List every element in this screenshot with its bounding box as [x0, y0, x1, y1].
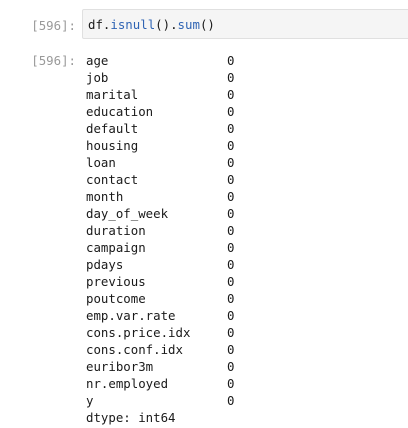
series-value: 0	[227, 87, 235, 102]
series-index-label: loan	[86, 155, 116, 170]
series-value: 0	[227, 257, 235, 272]
series-value: 0	[227, 53, 235, 68]
series-index-label: default	[86, 121, 139, 136]
code-token-function-isnull: isnull	[110, 17, 156, 32]
series-index-label: contact	[86, 172, 139, 187]
series-index-label: nr.employed	[86, 376, 169, 391]
series-value: 0	[227, 223, 235, 238]
series-row: pdays 0	[86, 256, 256, 273]
series-value: 0	[227, 342, 235, 357]
series-row: euribor3m 0	[86, 358, 256, 375]
series-value: 0	[227, 274, 235, 289]
series-index-label: education	[86, 104, 154, 119]
series-value: 0	[227, 172, 235, 187]
code-token-object: df	[88, 17, 103, 32]
series-row: marital 0	[86, 86, 256, 103]
series-index-label: cons.price.idx	[86, 325, 191, 340]
series-row: loan 0	[86, 154, 256, 171]
series-index-label: previous	[86, 274, 146, 289]
series-index-label: poutcome	[86, 291, 146, 306]
series-value: 0	[227, 206, 235, 221]
series-row: day_of_week 0	[86, 205, 256, 222]
series-row: cons.price.idx 0	[86, 324, 256, 341]
series-index-label: emp.var.rate	[86, 308, 176, 323]
series-index-label: job	[86, 70, 109, 85]
series-value: 0	[227, 359, 235, 374]
series-row: month 0	[86, 188, 256, 205]
code-token-call: ()	[199, 17, 215, 32]
series-value: 0	[227, 308, 235, 323]
dtype-line: dtype: int64	[86, 410, 176, 425]
series-row: job 0	[86, 69, 256, 86]
series-index-label: cons.conf.idx	[86, 342, 183, 357]
series-row: poutcome 0	[86, 290, 256, 307]
series-value: 0	[227, 376, 235, 391]
code-token-call: ()	[155, 17, 171, 32]
series-row: default 0	[86, 120, 256, 137]
code-token-function-sum: sum	[177, 17, 200, 32]
series-value: 0	[227, 138, 235, 153]
series-index-label: campaign	[86, 240, 146, 255]
series-row: y0	[86, 392, 256, 409]
series-index-label: age	[86, 53, 109, 68]
series-row: education 0	[86, 103, 256, 120]
series-row: contact 0	[86, 171, 256, 188]
input-prompt: [596]:	[31, 18, 76, 33]
series-row: duration 0	[86, 222, 256, 239]
code-input-cell[interactable]: df.isnull().sum()	[82, 9, 408, 39]
output-area: age 0 job 0 marital 0 education 0 default 0 housin…	[86, 52, 256, 426]
series-value: 0	[227, 393, 235, 408]
series-index-label: month	[86, 189, 124, 204]
series-index-label: euribor3m	[86, 359, 154, 374]
series-index-label: pdays	[86, 257, 124, 272]
series-row: emp.var.rate 0	[86, 307, 256, 324]
series-index-label: marital	[86, 87, 139, 102]
series-index-label: day_of_week	[86, 206, 169, 221]
series-value: 0	[227, 70, 235, 85]
series-index-label: housing	[86, 138, 139, 153]
code-token-dot: .	[170, 17, 178, 32]
series-value: 0	[227, 240, 235, 255]
series-row: housing 0	[86, 137, 256, 154]
series-value: 0	[227, 325, 235, 340]
series-value: 0	[227, 121, 235, 136]
series-value: 0	[227, 291, 235, 306]
series-row: cons.conf.idx 0	[86, 341, 256, 358]
series-row: age 0	[86, 52, 256, 69]
series-index-label: y	[86, 393, 94, 408]
series-row: campaign 0	[86, 239, 256, 256]
code-line: df.isnull().sum()	[88, 16, 215, 33]
series-row: previous 0	[86, 273, 256, 290]
series-value: 0	[227, 189, 235, 204]
series-value: 0	[227, 104, 235, 119]
output-series: age 0 job 0 marital 0 education 0 default 0 housin…	[86, 52, 256, 409]
series-value: 0	[227, 155, 235, 170]
series-index-label: duration	[86, 223, 146, 238]
output-prompt: [596]:	[31, 53, 76, 68]
series-row: nr.employed 0	[86, 375, 256, 392]
